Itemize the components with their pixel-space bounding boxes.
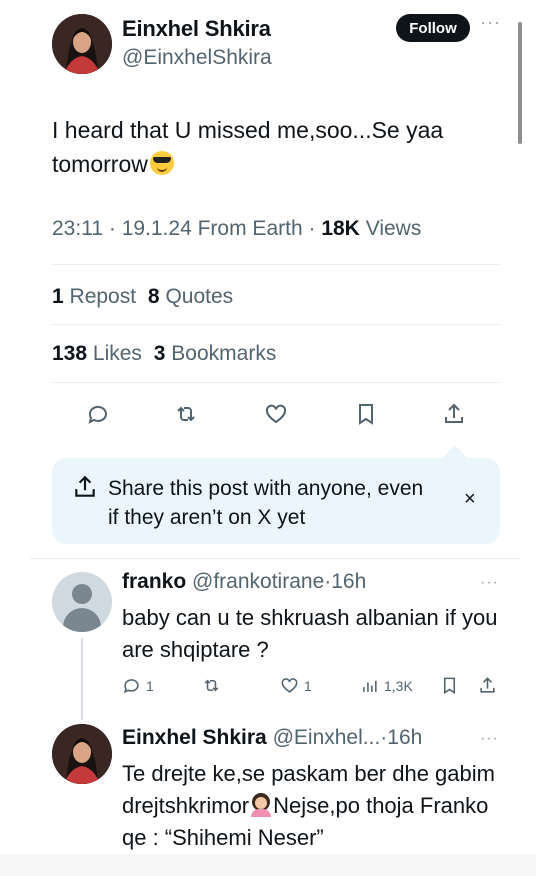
reply-header: franko @frankotirane·16h <box>122 570 366 594</box>
repost-icon[interactable] <box>170 398 202 430</box>
like-stats: 138 Likes 3 Bookmarks <box>52 342 276 366</box>
sunglasses-emoji-icon <box>149 151 174 175</box>
author-name[interactable]: Einxhel Shkira <box>122 16 271 42</box>
quotes-count: 8 <box>147 285 160 308</box>
bookmark-icon[interactable] <box>350 398 382 430</box>
quotes-label: Quotes <box>165 285 234 308</box>
default-avatar-body <box>63 608 101 632</box>
author-handle[interactable]: @EinxhelShkira <box>122 46 272 70</box>
reply-icon[interactable] <box>82 398 114 430</box>
like-icon[interactable] <box>260 398 292 430</box>
reply-header: Einxhel Shkira @Einxhel...·16h <box>122 726 422 750</box>
reposts-count: 1 <box>52 285 64 308</box>
reply-author-name[interactable]: franko <box>122 570 186 593</box>
reply-actions: 1 1 1,3K <box>122 676 502 698</box>
post-meta: 23:11 · 19.1.24 From Earth · 18K Views <box>52 217 421 241</box>
repost-icon <box>204 679 219 692</box>
post-time[interactable]: 23:11 <box>52 217 103 240</box>
reposts-link[interactable]: 1 Repost <box>52 285 136 308</box>
likes-link[interactable]: 138 Likes <box>52 342 142 365</box>
reply-text: baby can u te shkruash albanian if you a… <box>122 605 498 662</box>
reply-author-handle[interactable]: @frankotirane <box>192 570 324 593</box>
post-header: Einxhel Shkira @EinxhelShkira Follow ··· <box>52 12 512 74</box>
post-date[interactable]: 19.1.24 <box>122 217 192 240</box>
share-prompt[interactable]: Share this post with anyone, even if the… <box>52 458 500 544</box>
bookmark-icon <box>443 677 456 695</box>
post-text: I heard that U missed me,soo...Se yaa to… <box>52 113 502 181</box>
post-source: From Earth <box>197 217 303 240</box>
views-label: Views <box>365 217 422 240</box>
bookmarks-label: Bookmarks <box>171 342 277 365</box>
views-count: 18K <box>321 217 360 240</box>
bookmarks-link[interactable]: 3 Bookmarks <box>154 342 277 365</box>
reply-icon <box>123 679 139 694</box>
reposts-label: Repost <box>69 285 137 308</box>
reply-share-button[interactable] <box>478 676 497 695</box>
reply-reply-button[interactable]: 1 <box>122 676 154 695</box>
separator: · <box>308 217 316 240</box>
divider <box>52 382 500 383</box>
reply-time[interactable]: 16h <box>331 570 366 593</box>
follow-button[interactable]: Follow <box>396 14 470 42</box>
divider <box>52 264 500 265</box>
share-upload-icon <box>72 474 98 500</box>
bottom-bar <box>0 854 536 876</box>
more-options-icon[interactable]: ··· <box>480 12 501 33</box>
bookmarks-count: 3 <box>153 342 166 365</box>
reply-time[interactable]: 16h <box>387 726 422 749</box>
repost-stats: 1 Repost 8 Quotes <box>52 285 233 309</box>
reply-text: Te drejte ke,se paskam ber dhe gabim dre… <box>122 758 502 854</box>
default-avatar-head <box>72 584 92 604</box>
like-icon <box>281 678 298 693</box>
share-prompt-text: Share this post with anyone, even if the… <box>108 477 424 529</box>
separator: · <box>108 217 116 240</box>
quotes-link[interactable]: 8 Quotes <box>148 285 233 308</box>
reply-like-count: 1 <box>304 677 312 694</box>
likes-count: 138 <box>52 342 88 365</box>
post-body: I heard that U missed me,soo...Se yaa to… <box>52 117 444 177</box>
woman-facepalming-emoji-icon <box>249 793 273 817</box>
divider <box>52 324 500 325</box>
thread-line <box>81 638 83 720</box>
likes-label: Likes <box>92 342 142 365</box>
reply-bookmark-button[interactable] <box>440 676 459 695</box>
reply-avatar-default[interactable] <box>52 572 112 632</box>
reply-like-button[interactable]: 1 <box>280 676 312 695</box>
reply-views-count: 1,3K <box>384 677 413 694</box>
author-avatar[interactable] <box>52 14 112 74</box>
reply-reply-count: 1 <box>146 677 154 694</box>
reply-author-handle[interactable]: @Einxhel... <box>273 726 381 749</box>
post-actions <box>52 398 500 432</box>
more-options-icon[interactable]: ··· <box>480 730 499 748</box>
analytics-icon <box>363 680 377 692</box>
close-icon[interactable]: × <box>464 488 476 511</box>
scrollbar[interactable] <box>518 22 522 144</box>
reply-repost-button[interactable] <box>202 676 221 695</box>
reply-author-name[interactable]: Einxhel Shkira <box>122 726 267 749</box>
share-icon <box>480 677 495 693</box>
share-icon[interactable] <box>438 398 470 430</box>
reply-author-avatar[interactable] <box>52 724 112 784</box>
divider <box>30 558 520 559</box>
more-options-icon[interactable]: ··· <box>480 574 499 592</box>
reply-views-button[interactable]: 1,3K <box>360 676 413 695</box>
